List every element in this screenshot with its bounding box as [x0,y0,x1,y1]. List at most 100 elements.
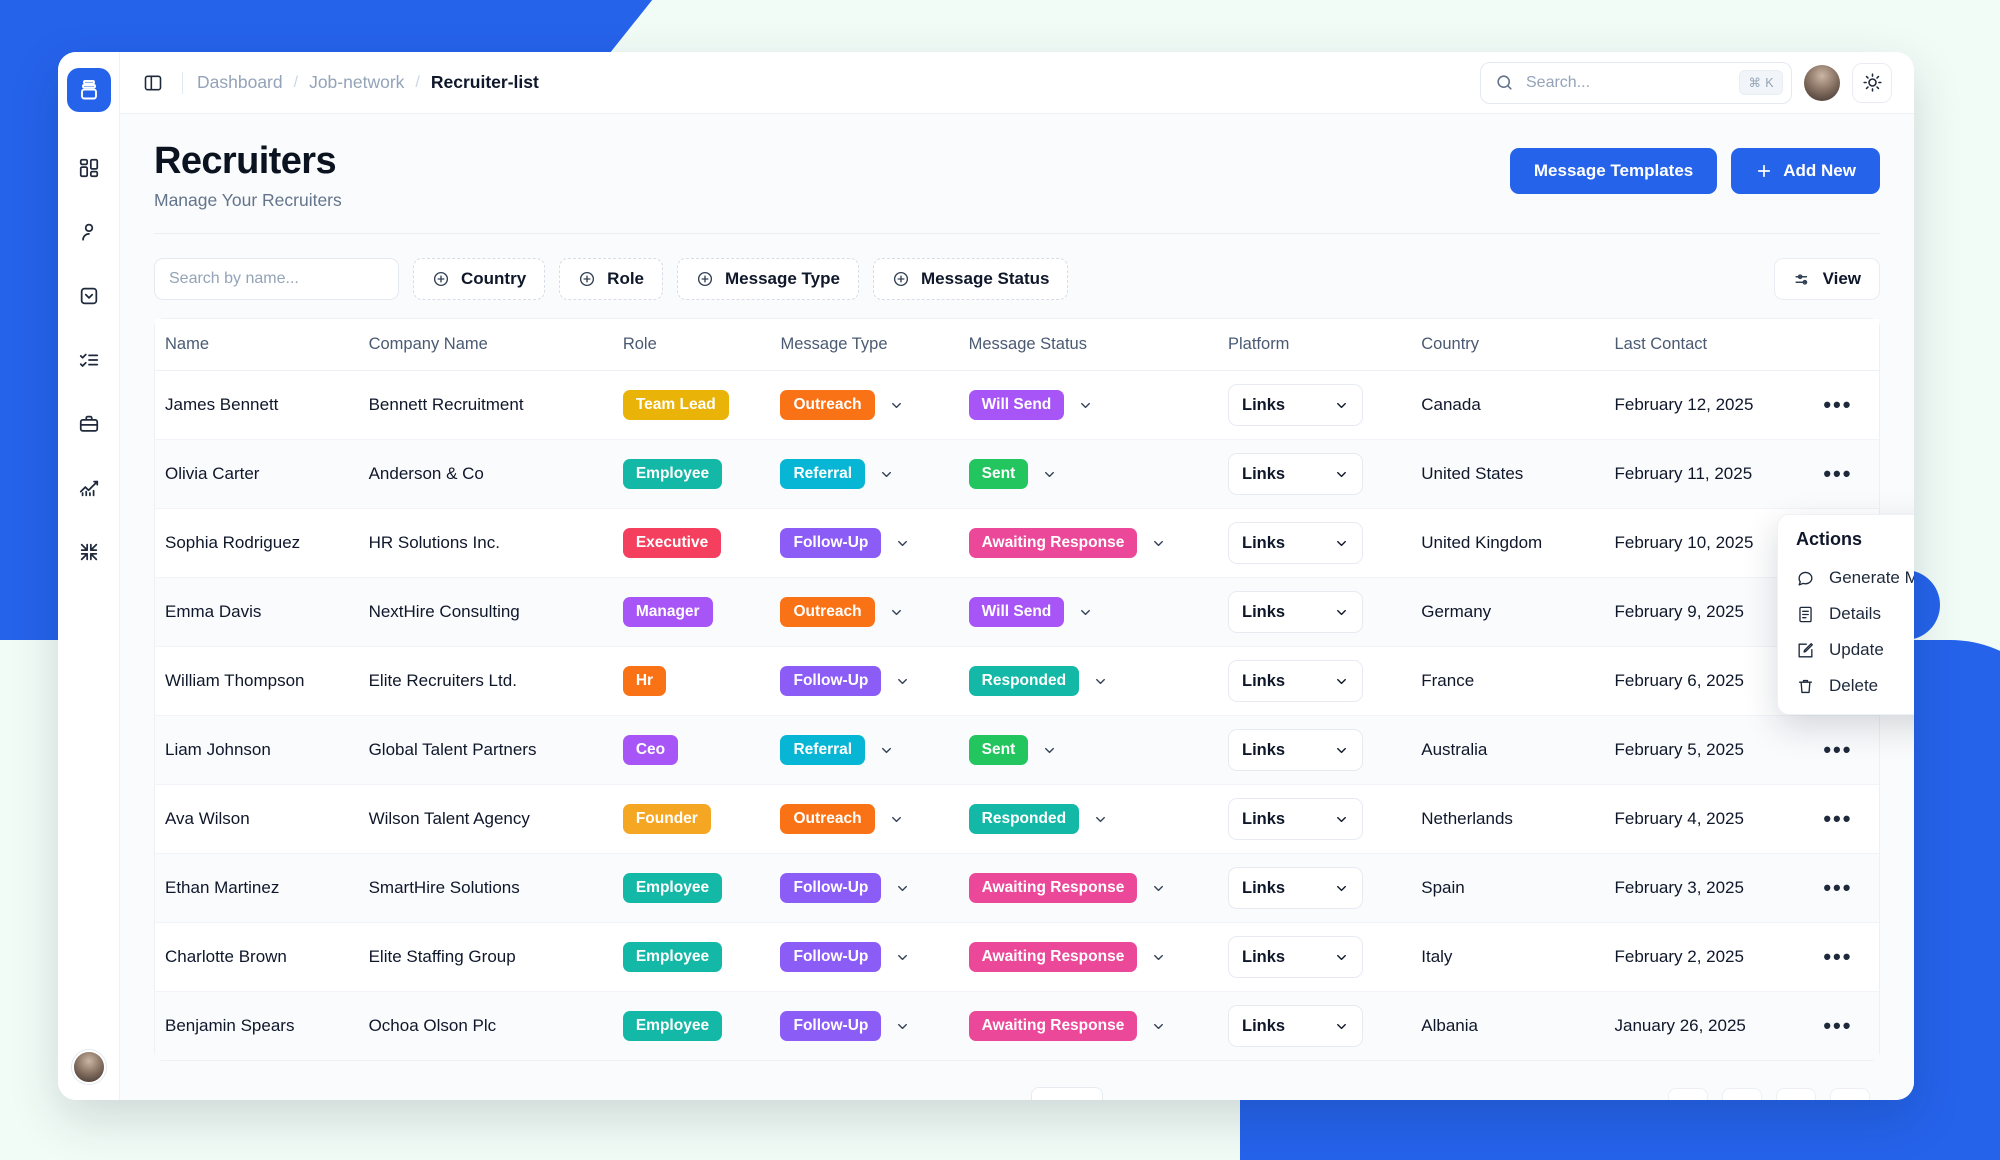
filter-chip-message-status[interactable]: Message Status [872,258,1069,300]
message-status-dropdown[interactable] [1151,536,1166,551]
action-delete[interactable]: Delete [1778,668,1914,704]
message-type-dropdown[interactable] [889,812,904,827]
message-type-dropdown[interactable] [889,398,904,413]
filter-chip-message-type[interactable]: Message Type [677,258,859,300]
message-type-dropdown[interactable] [895,881,910,896]
platform-select[interactable]: Links [1228,384,1363,426]
column-header-message-type[interactable]: Message Type [780,319,969,371]
column-header-country[interactable]: Country [1421,319,1615,371]
column-header-role[interactable]: Role [622,319,781,371]
platform-select[interactable]: Links [1228,591,1363,633]
sidebar-item-profile[interactable] [67,210,111,254]
message-type-dropdown[interactable] [879,467,894,482]
action-generate-message[interactable]: Generate Message [1778,560,1914,596]
page-indicator: Page 1 of 1 [1567,1099,1654,1101]
platform-select[interactable]: Links [1228,522,1363,564]
row-menu-button[interactable]: ••• [1818,940,1858,974]
table-row[interactable]: Emma Davis NextHire Consulting Manager Outr… [155,577,1879,647]
sidebar-toggle-button[interactable] [138,68,168,98]
theme-toggle-button[interactable] [1852,62,1892,103]
sidebar-item-jobs[interactable] [67,402,111,446]
cell-message-status: Will Send [968,370,1228,440]
message-status-dropdown[interactable] [1151,881,1166,896]
table-row[interactable]: William Thompson Elite Recruiters Ltd. Hr F… [155,646,1879,716]
chevron-down-icon [1154,954,1164,960]
message-type-dropdown[interactable] [895,674,910,689]
action-details[interactable]: Details [1778,596,1914,632]
message-type-badge: Follow-Up [780,1011,882,1041]
cell-message-status: Will Send [968,577,1228,647]
platform-select[interactable]: Links [1228,660,1363,702]
message-status-dropdown[interactable] [1078,605,1093,620]
sidebar-item-analytics[interactable] [67,466,111,510]
first-page-button[interactable] [1668,1088,1708,1100]
platform-select[interactable]: Links [1228,1005,1363,1047]
row-menu-button[interactable]: ••• [1818,871,1858,905]
view-options-button[interactable]: View [1773,258,1880,300]
breadcrumb-item-dashboard[interactable]: Dashboard [197,72,283,93]
action-update[interactable]: Update [1778,632,1914,668]
message-status-dropdown[interactable] [1151,1019,1166,1034]
message-status-dropdown[interactable] [1078,398,1093,413]
filter-toolbar: Search by name... Country Role Message T… [154,234,1880,318]
table-row[interactable]: Charlotte Brown Elite Staffing Group Emplo… [155,922,1879,992]
rows-per-page-select[interactable]: 10 [1031,1087,1104,1100]
row-actions-menu: Actions Generate Message Details [1777,514,1914,715]
message-type-dropdown[interactable] [879,743,894,758]
platform-select[interactable]: Links [1228,867,1363,909]
chevron-down-icon [1337,540,1346,546]
global-search[interactable]: Search... ⌘ K [1480,61,1792,104]
message-templates-button[interactable]: Message Templates [1509,148,1718,194]
add-new-button[interactable]: Add New [1731,148,1880,194]
filter-chip-country[interactable]: Country [413,258,546,300]
plus-icon [1758,164,1771,178]
table-row[interactable]: Olivia Carter Anderson & Co Employee Referr… [155,439,1879,509]
sidebar-item-tasks[interactable] [67,338,111,382]
platform-select[interactable]: Links [1228,729,1363,771]
platform-select[interactable]: Links [1228,798,1363,840]
filter-chip-label: Message Type [725,269,840,288]
message-type-dropdown[interactable] [889,605,904,620]
last-page-button[interactable] [1830,1088,1870,1100]
row-menu-button[interactable]: ••• [1818,733,1858,767]
row-menu-button[interactable]: ••• [1818,457,1858,491]
user-avatar[interactable] [1804,64,1840,101]
platform-select[interactable]: Links [1228,453,1363,495]
sidebar-item-inbox[interactable] [67,274,111,318]
sidebar-avatar[interactable] [71,1050,106,1084]
message-type-dropdown[interactable] [895,1019,910,1034]
table-row[interactable]: Ethan Martinez SmartHire Solutions Employe… [155,853,1879,923]
message-status-dropdown[interactable] [1042,467,1057,482]
message-status-dropdown[interactable] [1042,743,1057,758]
page-title: Recruiters [154,140,337,182]
next-page-button[interactable] [1776,1088,1816,1100]
column-header-message-status[interactable]: Message Status [968,319,1228,371]
sidebar-item-collapse[interactable] [67,530,111,574]
platform-select[interactable]: Links [1228,936,1363,978]
message-status-dropdown[interactable] [1151,950,1166,965]
message-type-dropdown[interactable] [895,950,910,965]
search-input[interactable]: Search... [1526,74,1739,92]
app-logo[interactable] [66,68,111,112]
column-header-company-name[interactable]: Company Name [368,319,623,371]
table-row[interactable]: Sophia Rodriguez HR Solutions Inc. Executi… [155,508,1879,578]
column-header-name[interactable]: Name [155,319,369,371]
row-menu-button[interactable]: ••• [1818,1009,1858,1043]
sidebar-item-dashboard[interactable] [67,146,111,190]
message-status-dropdown[interactable] [1093,674,1108,689]
column-header-platform[interactable]: Platform [1228,319,1422,371]
filter-chip-role[interactable]: Role [559,258,664,300]
breadcrumb-item-job-network[interactable]: Job-network [309,72,404,93]
row-menu-button[interactable]: ••• [1818,388,1858,422]
message-type-dropdown[interactable] [895,536,910,551]
name-search-input[interactable]: Search by name... [154,258,399,300]
row-menu-button[interactable]: ••• [1818,802,1858,836]
column-header-last-contact[interactable]: Last Contact [1614,319,1818,371]
table-row[interactable]: James Bennett Bennett Recruitment Team Lea… [155,370,1879,440]
prev-page-button[interactable] [1722,1088,1762,1100]
table-row[interactable]: Liam Johnson Global Talent Partners Ceo Ref… [155,715,1879,785]
table-row[interactable]: Ava Wilson Wilson Talent Agency Founder Out… [155,784,1879,854]
table-row[interactable]: Benjamin Spears Ochoa Olson Plc Employee Fo… [155,991,1879,1060]
cell-actions: ••• [1817,370,1879,440]
message-status-dropdown[interactable] [1093,812,1108,827]
